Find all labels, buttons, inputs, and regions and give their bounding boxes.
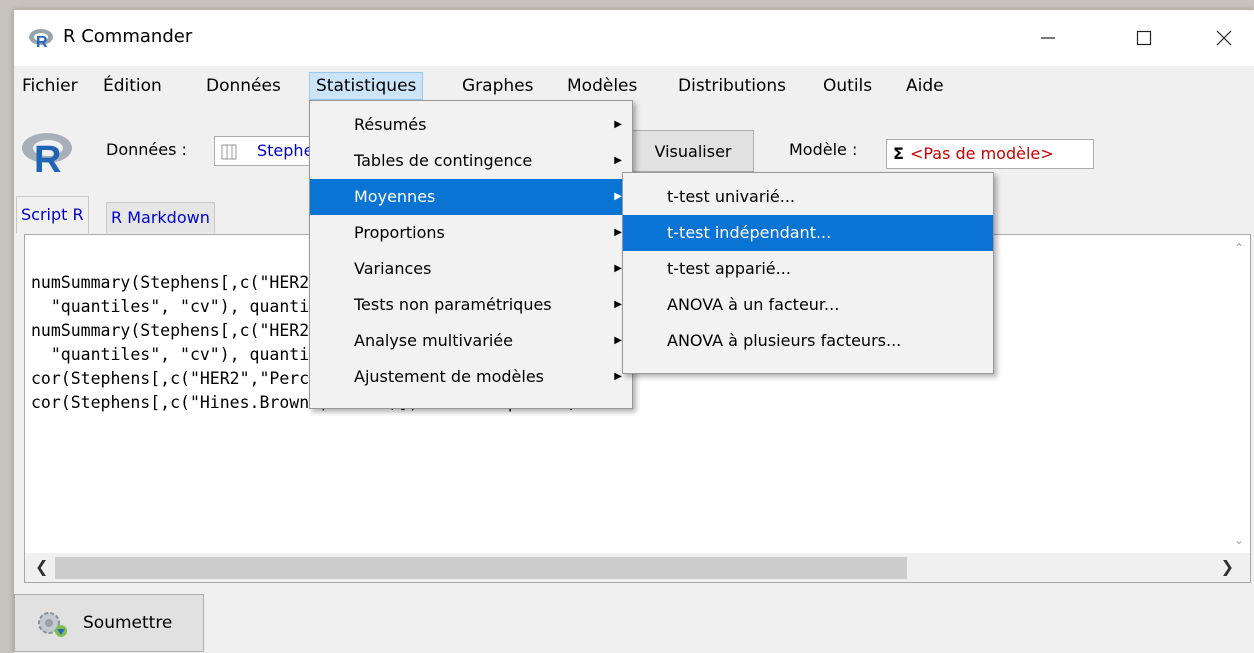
- menu-statistiques[interactable]: Statistiques: [309, 72, 424, 100]
- scroll-left-icon[interactable]: ❮: [35, 557, 48, 576]
- menu-fichier[interactable]: Fichier: [16, 72, 84, 100]
- title-bar: R R Commander: [14, 10, 1254, 66]
- submenu-arrow-icon: ▶: [614, 155, 622, 166]
- menu-item-ajustement-modeles[interactable]: Ajustement de modèles ▶: [310, 359, 632, 395]
- horizontal-scrollbar[interactable]: ❮ ❯: [24, 553, 1251, 583]
- menu-item-t-test-independant[interactable]: t-test indépendant...: [623, 215, 993, 251]
- menu-item-variances[interactable]: Variances ▶: [310, 251, 632, 287]
- submenu-arrow-icon: ▶: [614, 227, 622, 238]
- close-icon: [1216, 30, 1232, 46]
- svg-text:R: R: [36, 34, 48, 49]
- dataset-label: Données :: [106, 140, 187, 159]
- scroll-right-icon[interactable]: ❯: [1221, 557, 1234, 576]
- moyennes-submenu: t-test univarié... t-test indépendant...…: [622, 172, 994, 374]
- menu-item-analyse-multivariee[interactable]: Analyse multivariée ▶: [310, 323, 632, 359]
- tab-script-r[interactable]: Script R: [16, 196, 89, 233]
- scroll-up-icon[interactable]: ⌃: [1234, 241, 1244, 255]
- menu-distributions[interactable]: Distributions: [672, 72, 792, 100]
- submenu-arrow-icon: ▶: [614, 335, 622, 346]
- menu-aide[interactable]: Aide: [900, 72, 950, 100]
- menu-item-anova-plusieurs-facteurs[interactable]: ANOVA à plusieurs facteurs...: [623, 323, 993, 359]
- maximize-button[interactable]: [1114, 18, 1174, 58]
- scroll-down-icon[interactable]: ⌄: [1234, 533, 1244, 547]
- menu-item-t-test-apparie[interactable]: t-test apparié...: [623, 251, 993, 287]
- menu-item-proportions[interactable]: Proportions ▶: [310, 215, 632, 251]
- menu-item-moyennes[interactable]: Moyennes ▶: [310, 179, 632, 215]
- model-selector[interactable]: Σ <Pas de modèle>: [886, 139, 1094, 169]
- r-logo: R: [22, 133, 72, 174]
- submenu-arrow-icon: ▶: [614, 263, 622, 274]
- tab-r-markdown[interactable]: R Markdown: [106, 202, 215, 233]
- menu-item-tests-non-parametriques[interactable]: Tests non paramétriques ▶: [310, 287, 632, 323]
- menu-outils[interactable]: Outils: [817, 72, 878, 100]
- menu-item-resumes[interactable]: Résumés ▶: [310, 107, 632, 143]
- r-commander-window: R R Commander Fichier Édition Données St…: [14, 10, 1254, 653]
- model-label: Modèle :: [789, 140, 858, 159]
- statistiques-menu: Résumés ▶ Tables de contingence ▶ Moyennes…: [309, 100, 633, 409]
- submenu-arrow-icon: ▶: [614, 371, 622, 382]
- submit-button[interactable]: Soumettre: [14, 594, 204, 652]
- menu-edition[interactable]: Édition: [97, 72, 168, 100]
- model-name: <Pas de modèle>: [909, 144, 1054, 163]
- visualiser-button[interactable]: Visualiser: [632, 130, 754, 172]
- table-icon: [221, 144, 237, 160]
- menu-modeles[interactable]: Modèles: [561, 72, 643, 100]
- submenu-arrow-icon: ▶: [614, 119, 622, 130]
- r-app-icon: R: [29, 29, 53, 49]
- minimize-icon: [1041, 37, 1055, 39]
- submit-label: Soumettre: [83, 613, 173, 633]
- minimize-button[interactable]: [1018, 18, 1078, 58]
- submenu-arrow-icon: ▶: [614, 299, 622, 310]
- sigma-icon: Σ: [893, 144, 904, 163]
- gear-icon: [38, 612, 67, 637]
- menu-item-anova-un-facteur[interactable]: ANOVA à un facteur...: [623, 287, 993, 323]
- menu-item-tables-contingence[interactable]: Tables de contingence ▶: [310, 143, 632, 179]
- svg-text:R: R: [34, 139, 61, 174]
- scrollbar-thumb[interactable]: [55, 557, 907, 579]
- menu-item-t-test-univarie[interactable]: t-test univarié...: [623, 179, 993, 215]
- menu-bar: Fichier Édition Données Statistiques Gra…: [14, 72, 1254, 100]
- menu-graphes[interactable]: Graphes: [456, 72, 539, 100]
- submenu-arrow-icon: ▶: [614, 191, 622, 202]
- close-button[interactable]: [1194, 18, 1254, 58]
- menu-donnees[interactable]: Données: [200, 72, 287, 100]
- window-title: R Commander: [63, 26, 193, 47]
- maximize-icon: [1136, 30, 1152, 46]
